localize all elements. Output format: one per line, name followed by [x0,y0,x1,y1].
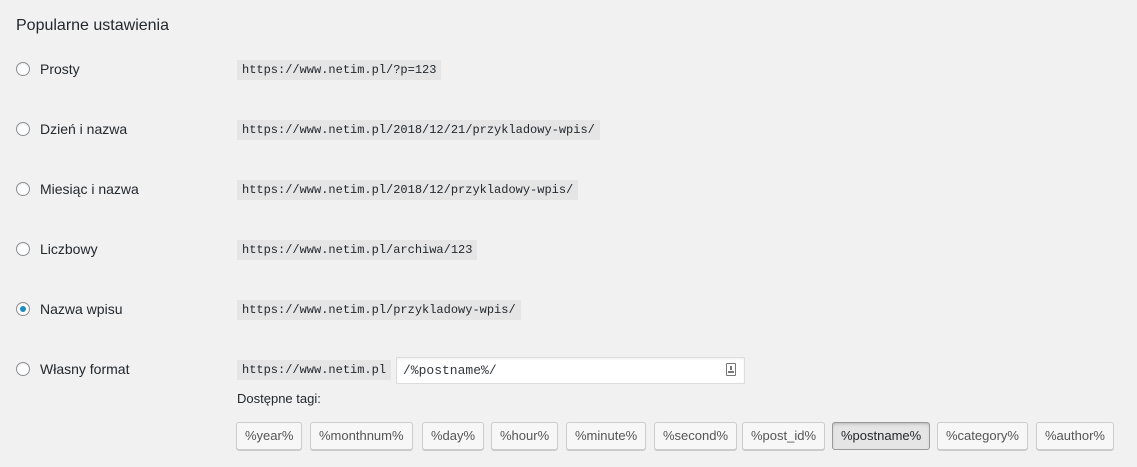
custom-url-prefix: https://www.netim.pl [237,360,392,380]
custom-structure-input[interactable]: /%postname%/ [396,357,745,384]
radio-post-name[interactable] [16,302,30,316]
option-label: Liczbowy [40,241,98,257]
option-label: Miesiąc i nazwa [40,181,139,197]
example-url: https://www.netim.pl/?p=123 [237,60,442,80]
tag-monthnum-button[interactable]: %monthnum% [310,422,413,450]
permalink-option-day-name[interactable]: Dzień i nazwa https://www.netim.pl/2018/… [16,120,1116,144]
option-label: Dzień i nazwa [40,121,128,137]
available-tags-label: Dostępne tagi: [237,391,321,406]
tag-postname-button[interactable]: %postname% [832,422,931,450]
radio-numeric[interactable] [16,242,30,256]
tag-year-button[interactable]: %year% [236,422,303,450]
radio-month-name[interactable] [16,182,30,196]
permalink-option-plain[interactable]: Prosty https://www.netim.pl/?p=123 [16,60,1116,84]
option-label: Własny format [40,361,130,377]
permalink-option-month-name[interactable]: Miesiąc i nazwa https://www.netim.pl/201… [16,180,1116,204]
custom-structure-value: /%postname%/ [403,363,497,378]
permalink-option-numeric[interactable]: Liczbowy https://www.netim.pl/archiwa/12… [16,240,1116,264]
tag-minute-button[interactable]: %minute% [566,422,647,450]
document-lock-icon [726,363,736,376]
tag-post-id-button[interactable]: %post_id% [742,422,826,450]
example-url: https://www.netim.pl/przykladowy-wpis/ [237,300,521,320]
permalink-option-custom[interactable]: Własny format https://www.netim.pl /%pos… [16,357,1116,384]
radio-custom[interactable] [16,362,30,376]
radio-day-name[interactable] [16,122,30,136]
example-url: https://www.netim.pl/2018/12/21/przyklad… [237,120,600,140]
example-url: https://www.netim.pl/2018/12/przykladowy… [237,180,579,200]
tag-category-button[interactable]: %category% [937,422,1028,450]
example-url: https://www.netim.pl/archiwa/123 [237,240,478,260]
permalink-option-post-name[interactable]: Nazwa wpisu https://www.netim.pl/przykla… [16,300,1116,324]
option-label: Prosty [40,61,80,77]
tag-second-button[interactable]: %second% [654,422,738,450]
option-label: Nazwa wpisu [40,301,123,317]
tag-day-button[interactable]: %day% [422,422,485,450]
tag-author-button[interactable]: %author% [1036,422,1114,450]
section-title: Popularne ustawienia [16,17,169,35]
tag-hour-button[interactable]: %hour% [491,422,559,450]
radio-plain[interactable] [16,62,30,76]
